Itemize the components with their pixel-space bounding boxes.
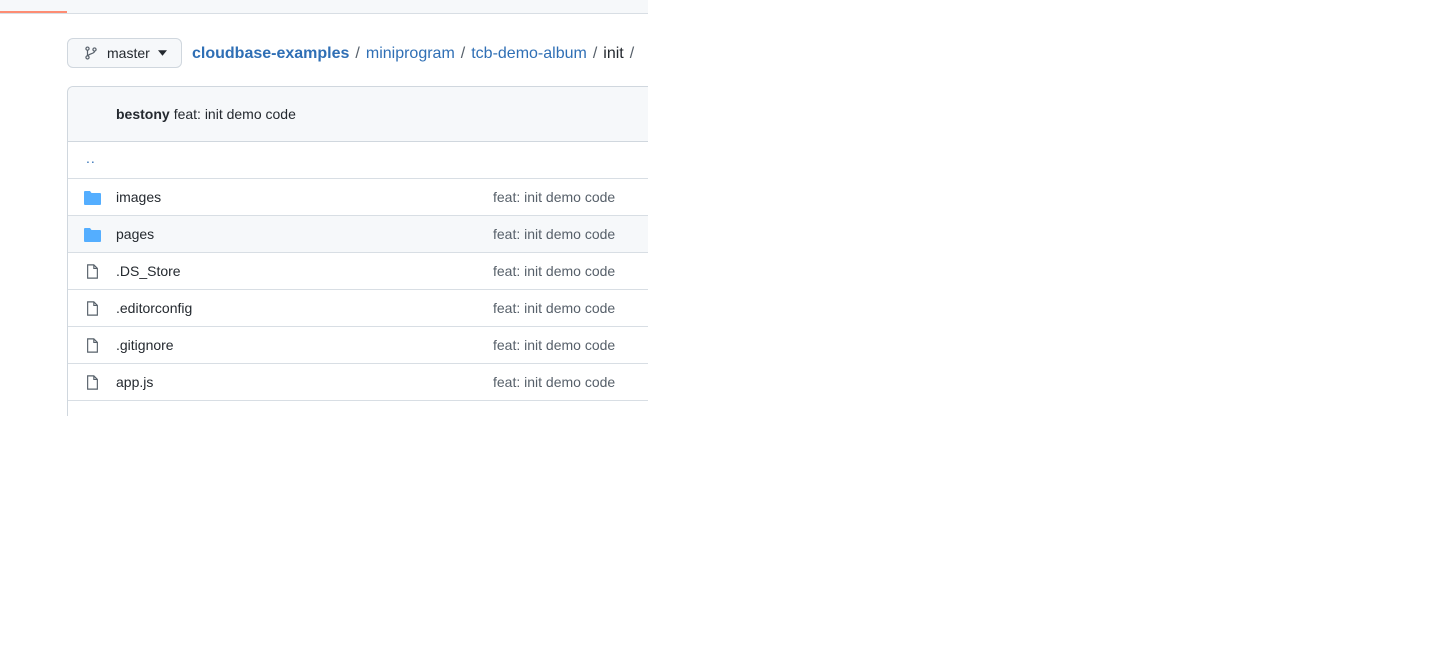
file-commit-message-link[interactable]: feat: init demo code bbox=[493, 226, 615, 242]
file-name-link[interactable]: .editorconfig bbox=[116, 300, 192, 316]
git-branch-icon bbox=[85, 46, 97, 60]
file-commit-message-link[interactable]: feat: init demo code bbox=[493, 374, 615, 390]
branch-label: master bbox=[107, 45, 150, 61]
folder-icon bbox=[84, 228, 101, 242]
file-row-images[interactable]: images feat: init demo code bbox=[68, 179, 648, 216]
caret-down-icon bbox=[157, 50, 167, 56]
parent-directory-row[interactable]: .. bbox=[68, 142, 648, 179]
file-icon bbox=[87, 375, 98, 390]
file-commit-message-link[interactable]: feat: init demo code bbox=[493, 300, 615, 316]
file-row-gitignore[interactable]: .gitignore feat: init demo code bbox=[68, 327, 648, 364]
repo-viewport: master cloudbase-examples / miniprogram / tc… bbox=[0, 0, 648, 670]
file-icon bbox=[87, 338, 98, 353]
breadcrumb-current: init bbox=[603, 45, 624, 62]
file-commit-message-link[interactable]: feat: init demo code bbox=[493, 337, 615, 353]
latest-commit-header: bestony feat: init demo code bbox=[68, 87, 648, 142]
breadcrumb-link-miniprogram[interactable]: miniprogram bbox=[366, 45, 455, 62]
file-row-app-js[interactable]: app.js feat: init demo code bbox=[68, 364, 648, 401]
file-icon bbox=[87, 264, 98, 279]
file-row-ds-store[interactable]: .DS_Store feat: init demo code bbox=[68, 253, 648, 290]
parent-directory-link[interactable]: .. bbox=[86, 150, 96, 166]
repo-nav-strip bbox=[0, 0, 648, 14]
file-icon bbox=[87, 301, 98, 316]
file-name-link[interactable]: .DS_Store bbox=[116, 263, 181, 279]
folder-icon bbox=[84, 191, 101, 205]
file-commit-message-link[interactable]: feat: init demo code bbox=[493, 189, 615, 205]
file-name-link[interactable]: images bbox=[116, 189, 161, 205]
file-name-link[interactable]: .gitignore bbox=[116, 337, 174, 353]
file-row-pages[interactable]: pages feat: init demo code bbox=[68, 216, 648, 253]
breadcrumb-separator: / bbox=[355, 45, 360, 62]
breadcrumb-separator: / bbox=[592, 45, 598, 62]
file-name-link[interactable]: pages bbox=[116, 226, 154, 242]
commit-message-link[interactable]: feat: init demo code bbox=[174, 106, 296, 122]
selected-tab-underline bbox=[0, 11, 67, 13]
file-row-editorconfig[interactable]: .editorconfig feat: init demo code bbox=[68, 290, 648, 327]
breadcrumb: cloudbase-examples / miniprogram / tcb-demo-… bbox=[192, 44, 640, 64]
breadcrumb-link-tcb-demo-album[interactable]: tcb-demo-album bbox=[471, 45, 587, 62]
breadcrumb-separator: / bbox=[629, 45, 635, 62]
file-list-box: bestony feat: init demo code .. images f… bbox=[67, 86, 648, 416]
file-commit-message-link[interactable]: feat: init demo code bbox=[493, 263, 615, 279]
commit-author-link[interactable]: bestony bbox=[116, 106, 170, 122]
file-name-link[interactable]: app.js bbox=[116, 374, 153, 390]
branch-select-button[interactable]: master bbox=[67, 38, 182, 68]
breadcrumb-separator: / bbox=[460, 45, 466, 62]
breadcrumb-repo-link[interactable]: cloudbase-examples bbox=[192, 45, 349, 62]
